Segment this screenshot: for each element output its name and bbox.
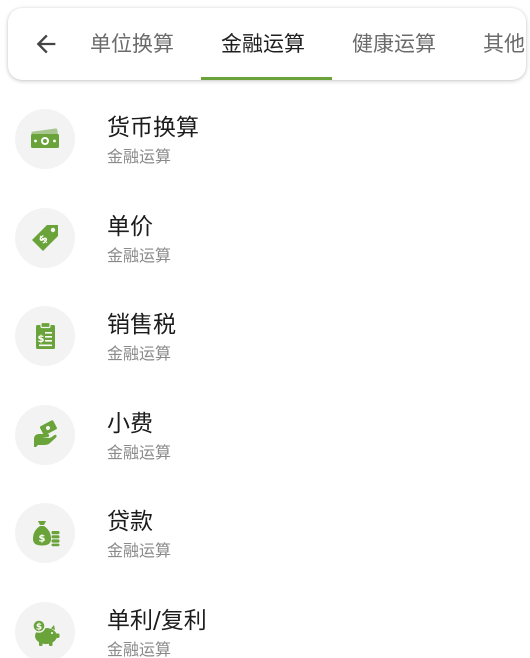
list-item-tip[interactable]: 小费 金融运算 xyxy=(0,385,530,484)
item-icon-badge: $ xyxy=(15,503,75,563)
tab-health[interactable]: 健康运算 xyxy=(352,8,436,80)
money-bill-icon xyxy=(31,128,59,148)
list-item-sales-tax[interactable]: $ 销售税 金融运算 xyxy=(0,286,530,385)
item-icon-badge xyxy=(15,109,75,169)
calculator-list: 货币换算 金融运算 $ 单价 金融运算 $ 销售税 金融运算 小费 金融运算 $… xyxy=(0,89,530,658)
item-subtitle: 金融运算 xyxy=(107,639,172,658)
svg-text:$: $ xyxy=(36,622,42,632)
item-title: 单价 xyxy=(107,213,153,240)
list-item-loan[interactable]: $ 贷款 金融运算 xyxy=(0,483,530,582)
price-tag-icon: $ xyxy=(32,224,58,251)
item-title: 贷款 xyxy=(107,509,153,535)
tab-finance[interactable]: 金融运算 xyxy=(221,8,305,80)
receipt-icon: $ xyxy=(36,321,55,349)
item-icon-badge: $ xyxy=(15,207,75,268)
item-subtitle: 金融运算 xyxy=(107,344,172,363)
item-title: 货币换算 xyxy=(107,115,199,141)
back-button[interactable] xyxy=(26,24,66,64)
item-subtitle: 金融运算 xyxy=(107,442,172,462)
arrow-left-icon xyxy=(36,34,56,54)
piggy-bank-icon: $ xyxy=(32,618,60,646)
item-icon-badge xyxy=(15,404,75,465)
item-subtitle: 金融运算 xyxy=(107,147,172,166)
tip-hand-icon xyxy=(34,419,57,447)
item-title: 销售税 xyxy=(107,312,176,338)
item-title: 小费 xyxy=(107,410,153,437)
svg-text:$: $ xyxy=(38,334,45,345)
item-title: 单利/复利 xyxy=(107,607,207,634)
tab-other[interactable]: 其他 xyxy=(483,8,525,80)
list-item-unit-price[interactable]: $ 单价 金融运算 xyxy=(0,188,530,287)
item-subtitle: 金融运算 xyxy=(107,541,172,560)
item-subtitle: 金融运算 xyxy=(107,245,172,265)
tab-unit-conversion[interactable]: 单位换算 xyxy=(90,8,174,80)
active-tab-indicator xyxy=(201,77,332,80)
item-icon-badge: $ xyxy=(15,306,75,366)
category-tab-bar: 单位换算 金融运算 健康运算 其他 xyxy=(8,8,526,80)
item-icon-badge: $ xyxy=(15,601,75,658)
app-screen: 单位换算 金融运算 健康运算 其他 货币换算 金融运算 $ 单价 金融运算 $ … xyxy=(0,0,530,658)
list-item-currency[interactable]: 货币换算 金融运算 xyxy=(0,89,530,188)
list-item-interest[interactable]: $ 单利/复利 金融运算 xyxy=(0,582,530,658)
svg-text:$: $ xyxy=(39,534,46,545)
money-bag-coins-icon: $ xyxy=(33,521,60,547)
